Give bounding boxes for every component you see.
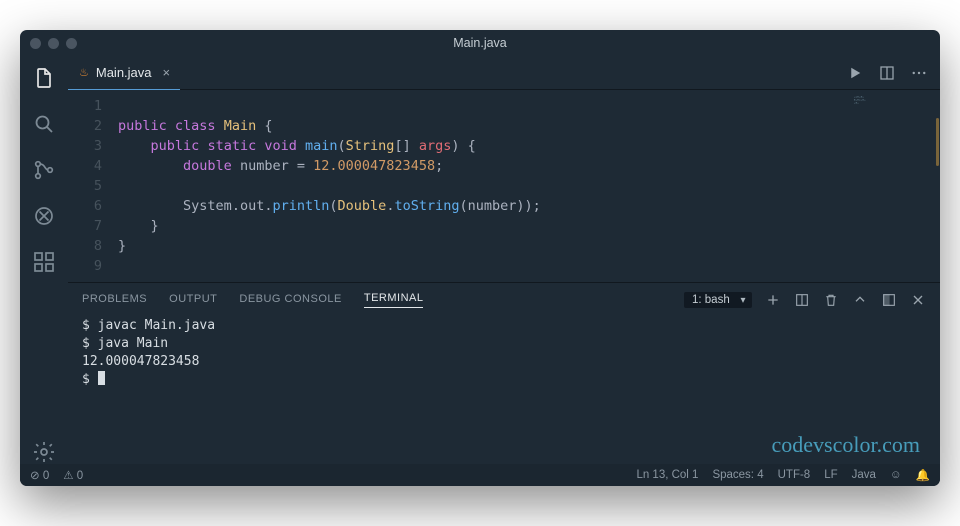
kill-terminal-icon[interactable]: [823, 292, 839, 308]
panel-tab-debug-console[interactable]: DEBUG CONSOLE: [239, 293, 341, 308]
editor-actions: [846, 64, 940, 82]
status-language[interactable]: Java: [852, 469, 876, 481]
status-encoding[interactable]: UTF-8: [778, 469, 811, 481]
status-feedback-icon[interactable]: ☺: [890, 469, 902, 481]
traffic-lights: [30, 38, 77, 49]
zoom-window-dot[interactable]: [66, 38, 77, 49]
source-control-icon[interactable]: [32, 158, 56, 182]
tab-main-java[interactable]: ♨ Main.java ×: [68, 56, 180, 90]
search-icon[interactable]: [32, 112, 56, 136]
close-panel-icon[interactable]: [910, 292, 926, 308]
split-editor-icon[interactable]: [878, 64, 896, 82]
status-bar: ⊘ 0 ⚠ 0 Ln 13, Col 1 Spaces: 4 UTF-8 LF …: [20, 464, 940, 486]
code-content[interactable]: public class Main { public static void m…: [114, 90, 541, 282]
status-eol[interactable]: LF: [824, 469, 837, 481]
panel-tab-bar: PROBLEMS OUTPUT DEBUG CONSOLE TERMINAL 1…: [68, 283, 940, 317]
panel-tab-problems[interactable]: PROBLEMS: [82, 293, 147, 308]
panel-tab-terminal[interactable]: TERMINAL: [364, 292, 424, 308]
java-file-icon: ♨: [79, 66, 89, 79]
close-window-dot[interactable]: [30, 38, 41, 49]
split-terminal-icon[interactable]: [794, 292, 810, 308]
titlebar: Main.java: [20, 30, 940, 56]
status-cursor-position[interactable]: Ln 13, Col 1: [636, 469, 698, 481]
activity-bar: [20, 56, 68, 464]
explorer-icon[interactable]: [32, 66, 56, 90]
minimize-window-dot[interactable]: [48, 38, 59, 49]
status-indentation[interactable]: Spaces: 4: [712, 469, 763, 481]
settings-gear-icon[interactable]: [32, 440, 56, 464]
code-editor[interactable]: 123456789 public class Main { public sta…: [68, 90, 940, 282]
tab-label: Main.java: [96, 65, 152, 80]
debug-icon[interactable]: [32, 204, 56, 228]
new-terminal-icon[interactable]: [765, 292, 781, 308]
minimap[interactable]: ▂▃▅▂▅▂▅▂▅▃▂▅▂▂▅▂: [854, 96, 934, 136]
terminal-shell-select[interactable]: 1: bash: [684, 292, 752, 308]
terminal-output[interactable]: $ javac Main.java$ java Main12.000047823…: [68, 317, 940, 464]
editor-window: Main.java ♨ Main.java ×: [20, 30, 940, 486]
window-title: Main.java: [453, 36, 507, 50]
run-icon[interactable]: [846, 64, 864, 82]
tab-bar: ♨ Main.java ×: [68, 56, 940, 90]
maximize-panel-icon[interactable]: [852, 292, 868, 308]
overview-ruler: [936, 118, 939, 166]
status-warnings[interactable]: ⚠ 0: [63, 468, 83, 482]
toggle-panel-icon[interactable]: [881, 292, 897, 308]
line-number-gutter: 123456789: [68, 90, 114, 282]
panel-tab-output[interactable]: OUTPUT: [169, 293, 217, 308]
extensions-icon[interactable]: [32, 250, 56, 274]
bottom-panel: PROBLEMS OUTPUT DEBUG CONSOLE TERMINAL 1…: [68, 282, 940, 464]
status-errors[interactable]: ⊘ 0: [30, 468, 49, 482]
more-actions-icon[interactable]: [910, 64, 928, 82]
status-notifications-icon[interactable]: 🔔: [916, 468, 930, 482]
close-tab-icon[interactable]: ×: [163, 65, 171, 80]
